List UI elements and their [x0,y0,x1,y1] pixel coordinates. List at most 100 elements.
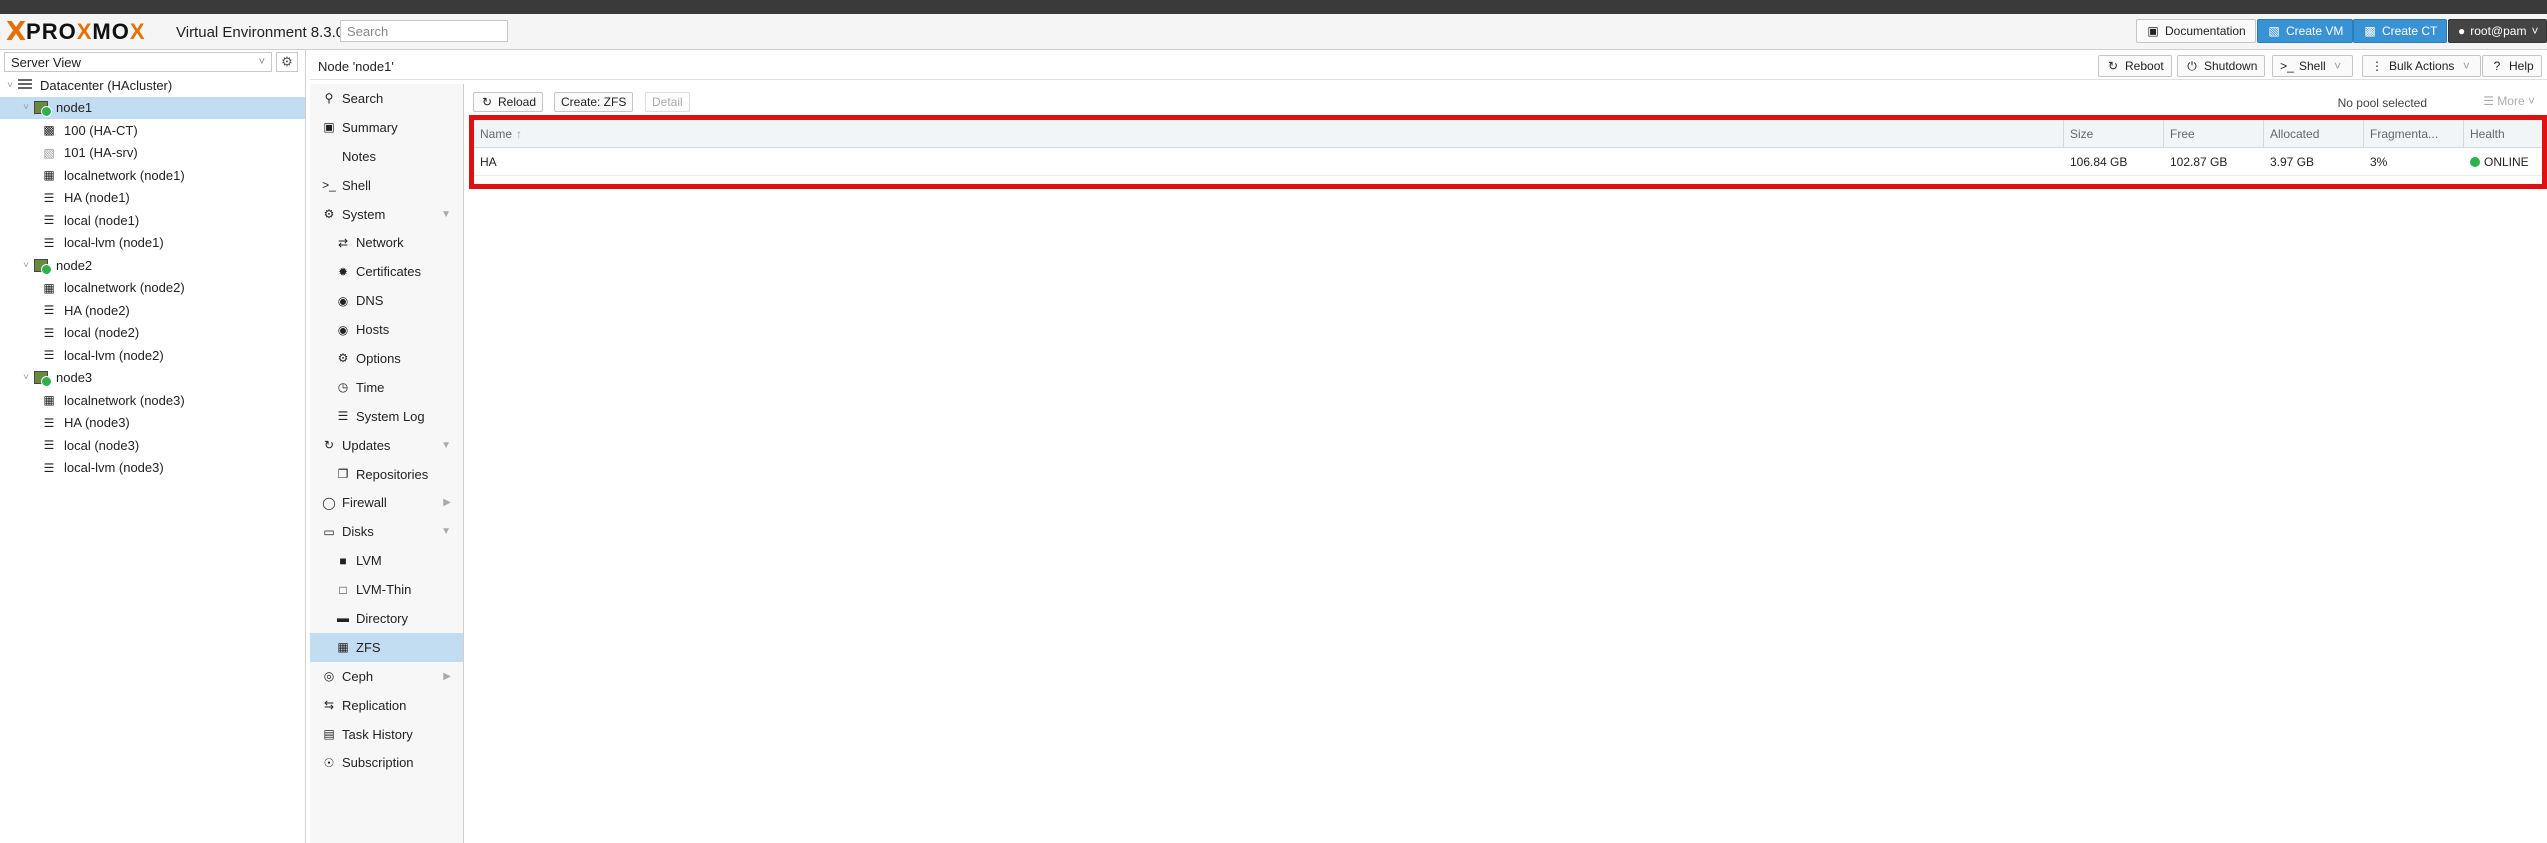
collapse-icon[interactable]: ˅ [20,102,32,113]
column-label: Name [480,127,513,141]
menu-item-dns[interactable]: ◉ DNS [310,286,463,315]
zfs-pool-grid: Name ↑ Size Free Allocated Fragmenta... … [469,115,2547,189]
collapse-icon[interactable]: ˅ [20,260,32,271]
tree-item-ha-node3[interactable]: ☰ HA (node3) [0,412,305,435]
power-icon: ⏻ [2187,59,2197,73]
tree-item-node2[interactable]: ˅ node2 [0,254,305,277]
menu-item-time[interactable]: ◷ Time [310,373,463,402]
tree-item-label: local-lvm (node3) [64,460,164,476]
refresh-icon: ↻ [323,438,335,453]
list-icon: ☰ [2483,94,2494,108]
cell-health: ONLINE [2464,148,2542,176]
documentation-button[interactable]: ▣ Documentation [2136,19,2256,43]
create-vm-button[interactable]: ▧ Create VM [2257,19,2354,43]
menu-item-lvm-thin[interactable]: □ LVM-Thin [310,575,463,604]
menu-item-zfs[interactable]: ▦ ZFS [310,632,463,662]
menu-item-shell[interactable]: >_ Shell [310,171,463,200]
tree-item-local-node2[interactable]: ☰ local (node2) [0,322,305,345]
tree-item-local-lvm-node2[interactable]: ☰ local-lvm (node2) [0,344,305,367]
menu-item-directory[interactable]: ▬ Directory [310,604,463,633]
menu-item-repositories[interactable]: ❐ Repositories [310,460,463,489]
create-ct-button[interactable]: ▩ Create CT [2353,19,2448,43]
column-header-fragmentation[interactable]: Fragmenta... [2364,120,2464,148]
sort-asc-icon: ↑ [516,127,523,141]
help-button[interactable]: ? Help [2482,55,2542,77]
vm-stopped-icon: ▧ [43,145,55,160]
tree-item-localnetwork-node1[interactable]: ▦ localnetwork (node1) [0,164,305,187]
menu-item-subscription[interactable]: ☉ Subscription [310,748,463,777]
page-title: Node 'node1' [318,59,394,74]
tree-item-datacenter[interactable]: ˅ Datacenter (HAcluster) [0,74,305,97]
shell-button[interactable]: >_ Shell ˅ [2272,55,2353,77]
tree-item-ha-node1[interactable]: ☰ HA (node1) [0,187,305,210]
menu-item-replication[interactable]: ⇆ Replication [310,691,463,720]
menu-item-options[interactable]: ⚙ Options [310,344,463,373]
menu-item-notes[interactable]: Notes [310,142,463,171]
logo-x-mark: X [6,17,27,47]
zfs-panel: ↻ Reload Create: ZFS Detail No pool sele… [466,84,2547,843]
cogs-icon: ⚙ [323,207,335,221]
gear-icon[interactable]: ⚙ [276,52,298,72]
resource-tree-panel: Server View ˅ ⚙ ˅ Datacenter (HAcluster)… [0,50,306,843]
tree-item-label: HA (node3) [64,415,130,431]
chevron-right-icon[interactable]: ▶ [443,671,451,682]
chevron-down-icon[interactable]: ▼ [441,526,451,537]
chevron-right-icon[interactable]: ▶ [443,497,451,508]
tree-item-ha-node2[interactable]: ☰ HA (node2) [0,299,305,322]
column-header-health[interactable]: Health [2464,120,2542,148]
menu-item-task-history[interactable]: ▤ Task History [310,720,463,749]
tree-item-ct-100[interactable]: ▩ 100 (HA-CT) [0,119,305,142]
node-online-icon [32,370,52,388]
list-alt-icon: ▤ [323,727,335,742]
menu-item-network[interactable]: ⇄ Network [310,228,463,257]
cell-fragmentation: 3% [2370,155,2388,169]
chevron-down-icon[interactable]: ▼ [441,209,451,220]
menu-item-disks[interactable]: ▭ Disks ▼ [310,517,463,546]
tree-item-node1[interactable]: ˅ node1 [0,96,305,119]
menu-item-updates[interactable]: ↻ Updates ▼ [310,431,463,460]
column-header-free[interactable]: Free [2164,120,2264,148]
view-selector[interactable]: Server View ˅ [4,52,272,72]
tree-item-local-lvm-node1[interactable]: ☰ local-lvm (node1) [0,232,305,255]
browser-tab-strip [0,0,2547,14]
tree-item-localnetwork-node3[interactable]: ▦ localnetwork (node3) [0,389,305,412]
menu-item-hosts[interactable]: ◉ Hosts [310,315,463,344]
detail-button[interactable]: Detail [645,92,690,112]
user-menu-button[interactable]: ● root@pam ˅ [2448,19,2547,43]
menu-item-ceph[interactable]: ◎ Ceph ▶ [310,662,463,691]
tree-item-local-lvm-node3[interactable]: ☰ local-lvm (node3) [0,457,305,480]
reboot-button[interactable]: ↻ Reboot [2098,55,2172,77]
create-zfs-button[interactable]: Create: ZFS [554,92,634,112]
more-button[interactable]: ☰ More ˅ [2483,94,2535,108]
search-input[interactable]: Search [340,20,508,42]
collapse-icon[interactable]: ˅ [20,372,32,383]
menu-item-system-log[interactable]: ☰ System Log [310,402,463,431]
tree-item-vm-101[interactable]: ▧ 101 (HA-srv) [0,142,305,165]
menu-item-system[interactable]: ⚙ System ▼ [310,200,463,229]
bulk-actions-button[interactable]: ⋮ Bulk Actions ˅ [2362,55,2482,77]
tree-item-node3[interactable]: ˅ node3 [0,367,305,390]
tree-item-local-node3[interactable]: ☰ local (node3) [0,434,305,457]
column-header-name[interactable]: Name ↑ [474,120,2064,148]
tree-toolbar: Server View ˅ ⚙ [0,50,305,74]
reload-button[interactable]: ↻ Reload [473,92,544,112]
help-icon: ? [2493,59,2501,73]
menu-item-lvm[interactable]: ■ LVM [310,546,463,575]
collapse-icon[interactable]: ˅ [4,80,16,91]
column-header-size[interactable]: Size [2064,120,2164,148]
node-online-icon [32,100,52,118]
tree-item-localnetwork-node2[interactable]: ▦ localnetwork (node2) [0,277,305,300]
shutdown-button[interactable]: ⏻ Shutdown [2177,55,2266,77]
menu-item-certificates[interactable]: ✹ Certificates [310,257,463,286]
menu-item-label: Time [356,379,385,395]
column-header-allocated[interactable]: Allocated [2264,120,2364,148]
menu-item-label: DNS [356,293,384,309]
tree-item-local-node1[interactable]: ☰ local (node1) [0,209,305,232]
chevron-down-icon[interactable]: ▼ [441,440,451,451]
menu-item-summary[interactable]: ▣ Summary [310,113,463,142]
table-row[interactable]: HA 106.84 GB 102.87 GB 3.97 GB 3% ONLINE [474,148,2542,176]
th-large-icon: ▦ [337,640,349,655]
menu-item-search[interactable]: ⚲ Search [310,84,463,113]
storage-icon: ☰ [43,348,55,363]
menu-item-firewall[interactable]: ◯ Firewall ▶ [310,488,463,517]
